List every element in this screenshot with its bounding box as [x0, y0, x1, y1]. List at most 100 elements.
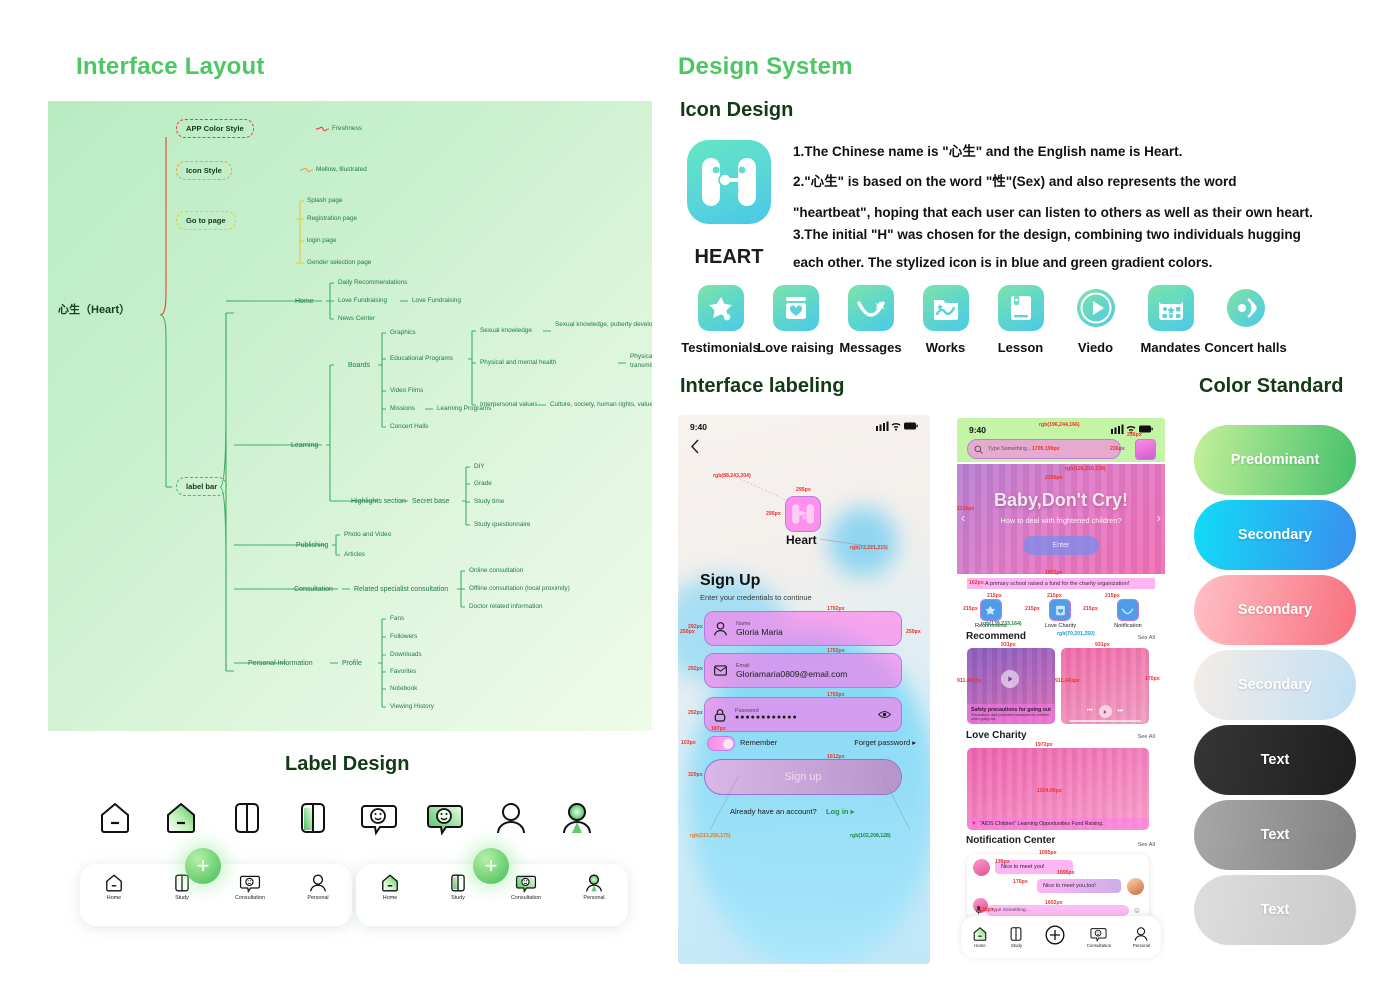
mindmap-item-daily-recommendations: Daily Recommendations [338, 279, 408, 286]
annot-header-color: rgb(196,244,166) [1039, 422, 1080, 428]
home-icon-filled [161, 795, 201, 841]
mindmap-item-login-page: login page [307, 237, 337, 244]
envelope-icon [847, 285, 894, 331]
audio-controls[interactable]: ⏮ ⏭ [1061, 705, 1149, 718]
emoji-icon[interactable]: ☺ [1133, 906, 1141, 915]
book-icon-filled [451, 874, 465, 892]
mindmap-branch-learning: Learning [291, 442, 319, 449]
mindmap-detail-interpersonal-values: Culture, society, human rights, values [550, 401, 652, 408]
prev-icon[interactable]: ⏮ [1087, 708, 1092, 715]
icon-cell-mandates[interactable]: Mandates [1133, 285, 1208, 355]
add-button[interactable]: + [185, 848, 221, 884]
color-chip-predominant[interactable]: Predominant [1194, 425, 1356, 495]
annot-margin-right: 250px [906, 629, 921, 635]
progress-bar[interactable] [1069, 720, 1141, 722]
tab-home[interactable]: Home [972, 926, 988, 948]
remember-toggle[interactable] [707, 736, 735, 751]
tab-home[interactable]: Home [91, 873, 137, 901]
icon-cell-viedo[interactable]: Viedo [1058, 285, 1133, 355]
color-chip-text-dark[interactable]: Text [1194, 725, 1356, 795]
annot-card-w-2: 931px [1095, 642, 1110, 648]
annot-margin-left: 250px [680, 629, 695, 635]
annot-bubble-width-1: 1095px [1039, 850, 1057, 856]
quick-action-notification[interactable]: Notification [1114, 599, 1142, 629]
recommend-card-2[interactable]: ⏮ ⏭ [1061, 648, 1149, 724]
banner-enter-button[interactable]: Enter [1023, 536, 1099, 555]
icon-cell-works[interactable]: Works [908, 285, 983, 355]
play-icon[interactable] [1098, 705, 1112, 718]
icon-label-works: Works [925, 340, 966, 355]
password-field[interactable]: Password ●●●●●●●●●●●● [704, 697, 902, 732]
color-chip-list: Predominant Secondary Secondary Secondar… [1194, 425, 1356, 945]
login-link[interactable]: Log in ▸ [826, 807, 854, 816]
tab-consultation[interactable]: Consultation [1087, 926, 1111, 948]
signup-button[interactable]: Sign up [704, 759, 902, 795]
next-icon[interactable]: ⏭ [1118, 708, 1123, 715]
tabbar-outline-variant[interactable]: Home Study Consultation Personal + [80, 848, 352, 926]
user-icon [714, 621, 727, 635]
icon-cell-testimonials[interactable]: Testimonials [681, 285, 760, 355]
tabbar-filled-variant[interactable]: Home Study Consultation Personal + [356, 848, 628, 926]
mindmap-box-icon-style[interactable]: Icon Style [176, 161, 232, 180]
app-tabbar[interactable]: Home Study Consultation Personal [961, 916, 1161, 958]
color-chip-secondary-pink[interactable]: Secondary [1194, 575, 1356, 645]
color-chip-secondary-blue[interactable]: Secondary [1194, 500, 1356, 570]
chevron-left-icon[interactable] [690, 439, 701, 459]
carousel-next-icon[interactable]: › [1157, 510, 1161, 525]
tab-label-home: Home [382, 895, 398, 901]
tab-study-active[interactable]: Study [435, 873, 481, 901]
see-all-love-charity[interactable]: See All [1138, 734, 1155, 740]
see-all-notification[interactable]: See All [1138, 842, 1155, 848]
chat-bubble-right: Nice to meet you,too! [1037, 879, 1121, 893]
mindmap-branch-consultation: Consultation [294, 586, 333, 593]
notice-bar[interactable]: A primary school raised a fund for the c… [967, 578, 1155, 589]
tab-consultation-active[interactable]: Consultation [503, 873, 549, 901]
name-field-value: Gloria Maria [736, 626, 783, 637]
tab-label-study: Study [175, 895, 189, 901]
annot-button-width: 1612px [827, 754, 845, 760]
quick-action-label: Love Charity [1044, 623, 1077, 629]
section-title-interface-labeling: Interface labeling [680, 375, 845, 397]
chat-input[interactable]: Type Something... [986, 904, 1129, 916]
icon-cell-concert-halls[interactable]: Concert halls [1204, 285, 1287, 355]
tab-consultation[interactable]: Consultation [227, 873, 273, 901]
forget-password-link[interactable]: Forget password ▸ [854, 738, 916, 747]
tab-personal-active[interactable]: Personal [571, 873, 617, 901]
tab-study[interactable]: Study [1009, 926, 1023, 948]
mindmap-box-app-color-style[interactable]: APP Color Style [176, 119, 254, 138]
tab-label-home: Home [973, 943, 986, 948]
carousel-prev-icon[interactable]: ‹ [961, 510, 965, 525]
icon-cell-love-raising[interactable]: Love raising [757, 285, 834, 355]
account-prompt: Already have an account? [730, 807, 817, 816]
mindmap-item-graphics: Graphics [390, 329, 416, 336]
mindmap-box-go-to-page[interactable]: Go to page [176, 211, 236, 230]
mindmap-box-label-bar[interactable]: label bar [176, 477, 228, 496]
notice-text: A primary school raised a fund for the c… [985, 580, 1130, 587]
icon-label-viedo: Viedo [1077, 340, 1114, 355]
tab-personal[interactable]: Personal [1133, 926, 1150, 948]
avatar[interactable] [1135, 439, 1156, 460]
mindmap-detail-physical-mental-health: Physical and mental health, disease tran… [630, 353, 652, 369]
eye-icon[interactable] [878, 706, 891, 724]
see-all-recommend[interactable]: See All [1138, 635, 1155, 641]
quick-action-love-charity[interactable]: Love Charity [1044, 599, 1077, 629]
banner-title: Baby,Don't Cry! [994, 490, 1128, 510]
icon-cell-lesson[interactable]: Lesson [983, 285, 1058, 355]
add-button[interactable] [1045, 924, 1065, 950]
envelope-icon [1116, 599, 1139, 621]
person-icon [491, 795, 531, 841]
tab-label-study: Study [1010, 943, 1023, 948]
add-button[interactable]: + [473, 848, 509, 884]
color-chip-text-mid[interactable]: Text [1194, 800, 1356, 870]
tab-label-consultation: Consultation [235, 895, 265, 901]
annot-action-color: rgb(139,233,164) [981, 621, 1022, 627]
color-chip-secondary-light[interactable]: Secondary [1194, 650, 1356, 720]
annot-button-height: 329px [688, 772, 703, 778]
tab-home-active[interactable]: Home [367, 873, 413, 901]
color-chip-text-light[interactable]: Text [1194, 875, 1356, 945]
tab-personal[interactable]: Personal [295, 873, 341, 901]
email-field[interactable]: Email Gloriamaria0809@email.com [704, 653, 902, 688]
icon-cell-messages[interactable]: Messages [833, 285, 908, 355]
name-field[interactable]: Name Gloria Maria [704, 611, 902, 646]
recommend-card-1[interactable]: Safety precautions for going out Precaut… [967, 648, 1055, 724]
